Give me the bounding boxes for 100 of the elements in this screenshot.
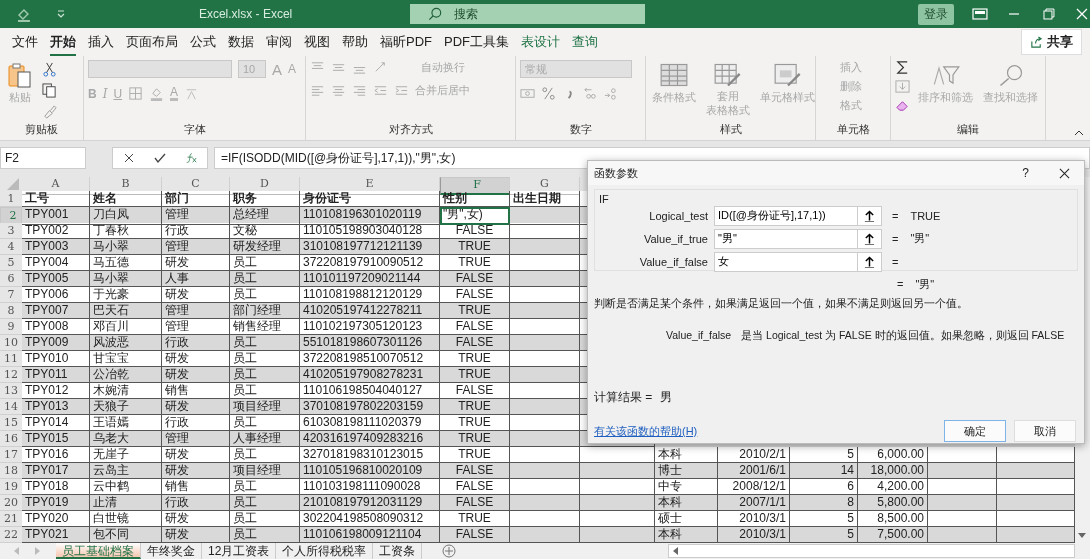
equals-sign: = (892, 255, 899, 268)
argument-result: TRUE (910, 209, 941, 222)
sheet-tab[interactable]: 员工基础档案 (56, 543, 141, 559)
row-header[interactable]: 17 (0, 447, 22, 463)
ribbon-tab[interactable]: 表设计 (521, 28, 560, 56)
up-arrow-icon (864, 254, 875, 269)
function-description: 判断是否满足某个条件，如果满足返回一个值，如果不满足则返回另一个值。 (594, 296, 969, 311)
paint-bucket-icon[interactable] (16, 6, 32, 22)
table-icon (660, 62, 688, 88)
row-header[interactable]: 5 (0, 255, 22, 271)
argument-label: Value_if_false (638, 255, 708, 268)
row-header[interactable]: 10 (0, 335, 22, 351)
search-icon (428, 7, 443, 21)
customize-icon[interactable] (55, 9, 66, 19)
row-header[interactable]: 11 (0, 351, 22, 367)
sheet-tab[interactable]: 工资条 (373, 543, 423, 559)
equals-sign: = (897, 278, 904, 290)
row-header[interactable]: 16 (0, 431, 22, 447)
argument-name: Value_if_false (666, 329, 732, 343)
cancel-icon[interactable] (122, 152, 135, 164)
ok-button[interactable]: 确定 (944, 420, 1006, 442)
up-arrow-icon (864, 231, 875, 246)
ribbon-tab[interactable]: 查询 (572, 28, 598, 56)
result-value: 男 (660, 389, 673, 406)
collapse-dialog-button[interactable] (857, 228, 882, 249)
row-header[interactable]: 4 (0, 239, 22, 255)
argument-field[interactable]: "男" (714, 228, 857, 249)
sheet-tab[interactable]: 年终奖金 (141, 543, 202, 559)
row-header[interactable]: 19 (0, 479, 22, 495)
row-header[interactable]: 18 (0, 463, 22, 479)
group-label: 样式 (718, 122, 743, 137)
clipboard-icon (6, 62, 34, 88)
table-cell: "男",女) (440, 207, 510, 225)
ribbon-tab[interactable]: 福昕PDF (380, 28, 432, 56)
ribbon-tab[interactable]: 文件 (12, 28, 38, 56)
row-header[interactable]: 9 (0, 319, 22, 335)
ribbon-tab[interactable]: 视图 (304, 28, 330, 56)
group-label: 字体 (182, 122, 207, 137)
group-label: 对齐方式 (387, 122, 434, 137)
result-label: 计算结果 = (594, 389, 653, 406)
help-link[interactable]: 有关该函数的帮助(H) (594, 423, 698, 439)
insert-function-icon[interactable] (185, 152, 198, 164)
row-header[interactable]: 20 (0, 495, 22, 511)
share-button[interactable]: 共享 (1021, 29, 1082, 55)
equals-sign: = (892, 232, 899, 245)
row-header[interactable]: 12 (0, 367, 22, 383)
ribbon-display-icon[interactable] (972, 8, 989, 20)
row-header[interactable]: 1 (0, 191, 22, 207)
login-button[interactable]: 登录 (918, 3, 955, 25)
row-header[interactable]: 22 (0, 527, 22, 543)
add-sheet-icon[interactable] (442, 544, 457, 558)
argument-description: 是当 Logical_test 为 FALSE 时的返回值。如果忽略，则返回 FALSE (741, 329, 1065, 343)
row-header[interactable]: 6 (0, 271, 22, 287)
scroll-left-icon[interactable] (673, 547, 679, 555)
row-header[interactable]: 13 (0, 383, 22, 399)
collapse-dialog-button[interactable] (857, 251, 882, 272)
cell-brush-icon (773, 62, 802, 88)
function-name: IF (599, 193, 609, 205)
row-header[interactable]: 8 (0, 303, 22, 319)
next-sheet-icon[interactable] (34, 547, 40, 555)
row-header[interactable]: 3 (0, 223, 22, 239)
ribbon-tab[interactable]: 插入 (88, 28, 114, 56)
sheet-tab[interactable]: 个人所得税税率 (276, 543, 374, 559)
ribbon-tab[interactable]: 数据 (228, 28, 254, 56)
share-icon (1030, 35, 1043, 49)
group-label: 编辑 (956, 122, 980, 137)
ribbon-tab[interactable]: 公式 (190, 28, 216, 56)
enter-icon[interactable] (154, 152, 166, 164)
formula-result: "男" (915, 278, 935, 290)
help-button[interactable]: ? (1022, 166, 1029, 180)
argument-field[interactable]: ID([@身份证号],17,1)) (714, 205, 857, 226)
group-label: 剪贴板 (24, 122, 59, 137)
argument-label: Logical_test (648, 209, 708, 222)
restore-icon[interactable] (1040, 8, 1057, 20)
previous-sheet-icon[interactable] (14, 547, 20, 555)
name-box[interactable]: F2 (0, 147, 86, 169)
row-header[interactable]: 7 (0, 287, 22, 303)
row-header[interactable]: 15 (0, 415, 22, 431)
argument-label: Value_if_true (643, 232, 708, 245)
argument-field[interactable]: 女 (714, 251, 857, 272)
ribbon-tab[interactable]: PDF工具集 (444, 28, 509, 56)
horizontal-scrollbar[interactable] (668, 544, 1075, 558)
equals-sign: = (892, 209, 899, 222)
row-header[interactable]: 21 (0, 511, 22, 527)
group-label: 单元格 (835, 122, 871, 137)
close-icon[interactable] (1074, 8, 1090, 20)
close-icon[interactable] (1059, 167, 1070, 179)
collapse-dialog-button[interactable] (857, 205, 882, 226)
search-field[interactable]: 搜索 (410, 4, 646, 24)
group-label: 数字 (568, 122, 593, 137)
window-title: Excel.xlsx - Excel (198, 7, 294, 21)
ribbon-tab[interactable]: 帮助 (342, 28, 368, 56)
table-brush-icon (714, 62, 742, 88)
ribbon-tab[interactable]: 页面布局 (126, 28, 178, 56)
scroll-down-icon[interactable] (1078, 533, 1086, 539)
row-header[interactable]: 14 (0, 399, 22, 415)
ribbon-tab[interactable]: 审阅 (266, 28, 292, 56)
argument-result: "男" (910, 231, 930, 246)
cancel-button[interactable]: 取消 (1014, 420, 1076, 442)
sheet-tab[interactable]: 12月工资表 (202, 543, 277, 559)
